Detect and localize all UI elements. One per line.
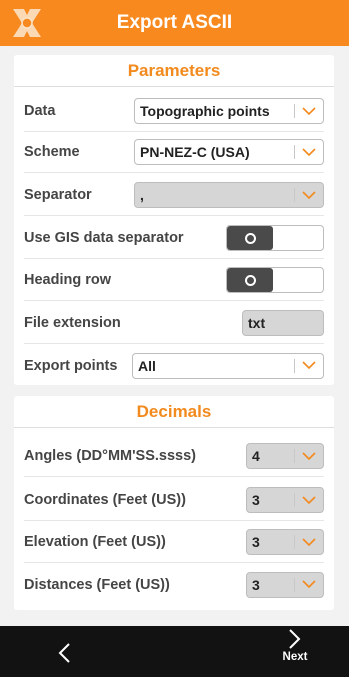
- page-title: Export ASCII: [116, 12, 233, 33]
- chevron-down-icon: [295, 354, 323, 378]
- gis-separator-label: Use GIS data separator: [24, 230, 184, 246]
- data-label: Data: [24, 103, 56, 119]
- chevron-down-icon: [295, 444, 323, 468]
- file-extension-label: File extension: [24, 315, 121, 331]
- chevron-right-icon: [289, 629, 301, 649]
- data-select[interactable]: Topographic points: [134, 98, 324, 124]
- chevron-down-icon: [295, 140, 323, 164]
- scheme-select-value: PN-NEZ-C (USA): [140, 144, 250, 160]
- chevron-down-icon: [295, 573, 323, 597]
- distances-select-value: 3: [252, 576, 260, 593]
- angles-row: Angles (DD°MM'SS.ssss) 4: [24, 436, 324, 477]
- coordinates-label: Coordinates (Feet (US)): [24, 492, 186, 508]
- export-points-select[interactable]: All: [132, 352, 324, 379]
- bottom-nav-bar: Next: [0, 626, 349, 677]
- decimals-card: Decimals Angles (DD°MM'SS.ssss) 4 Coordi…: [14, 396, 334, 610]
- distances-select[interactable]: 3: [246, 571, 324, 598]
- export-points-label: Export points: [24, 357, 118, 374]
- data-select-value: Topographic points: [140, 103, 270, 119]
- chevron-down-icon: [295, 530, 323, 554]
- export-points-select-value: All: [138, 357, 156, 374]
- parameters-title: Parameters: [14, 55, 334, 87]
- gis-separator-row: Use GIS data separator: [24, 218, 324, 259]
- coordinates-row: Coordinates (Feet (US)) 3: [24, 480, 324, 521]
- scheme-select[interactable]: PN-NEZ-C (USA): [134, 139, 324, 165]
- separator-label: Separator: [24, 187, 92, 203]
- elevation-row: Elevation (Feet (US)) 3: [24, 522, 324, 563]
- chevron-left-icon: [58, 643, 70, 663]
- gis-separator-toggle[interactable]: [226, 225, 324, 251]
- app-header: Export ASCII: [0, 0, 349, 46]
- elevation-select-value: 3: [252, 534, 260, 550]
- chevron-down-icon: [295, 488, 323, 512]
- heading-row-label: Heading row: [24, 272, 112, 288]
- elevation-select[interactable]: 3: [246, 529, 324, 555]
- parameters-card: Parameters Data Topographic points Schem…: [14, 55, 334, 385]
- chevron-down-icon: [295, 99, 323, 123]
- scheme-row: Scheme PN-NEZ-C (USA): [24, 132, 324, 173]
- distances-label: Distances (Feet (US)): [24, 576, 170, 593]
- toggle-knob: [227, 226, 273, 250]
- file-extension-row: File extension txt: [24, 303, 324, 344]
- coordinates-select-value: 3: [252, 492, 260, 508]
- next-label: Next: [282, 651, 308, 663]
- elevation-label: Elevation (Feet (US)): [24, 534, 166, 550]
- app-logo-icon[interactable]: [10, 6, 44, 40]
- export-points-row: Export points All: [24, 345, 324, 386]
- coordinates-select[interactable]: 3: [246, 487, 324, 513]
- chevron-down-icon: [295, 183, 323, 207]
- next-button[interactable]: Next: [272, 628, 318, 676]
- angles-label: Angles (DD°MM'SS.ssss): [24, 448, 197, 464]
- distances-row: Distances (Feet (US)) 3: [24, 564, 324, 605]
- heading-row-row: Heading row: [24, 260, 324, 301]
- heading-row-toggle[interactable]: [226, 267, 324, 293]
- separator-select-value: ,: [140, 187, 144, 203]
- file-extension-field[interactable]: txt: [242, 310, 324, 336]
- decimals-title: Decimals: [14, 396, 334, 428]
- separator-row: Separator ,: [24, 175, 324, 216]
- toggle-knob: [227, 268, 273, 292]
- angles-select-value: 4: [252, 448, 260, 464]
- back-button[interactable]: [46, 636, 82, 670]
- angles-select[interactable]: 4: [246, 443, 324, 469]
- separator-select[interactable]: ,: [134, 182, 324, 208]
- scheme-label: Scheme: [24, 144, 80, 160]
- data-row: Data Topographic points: [24, 91, 324, 132]
